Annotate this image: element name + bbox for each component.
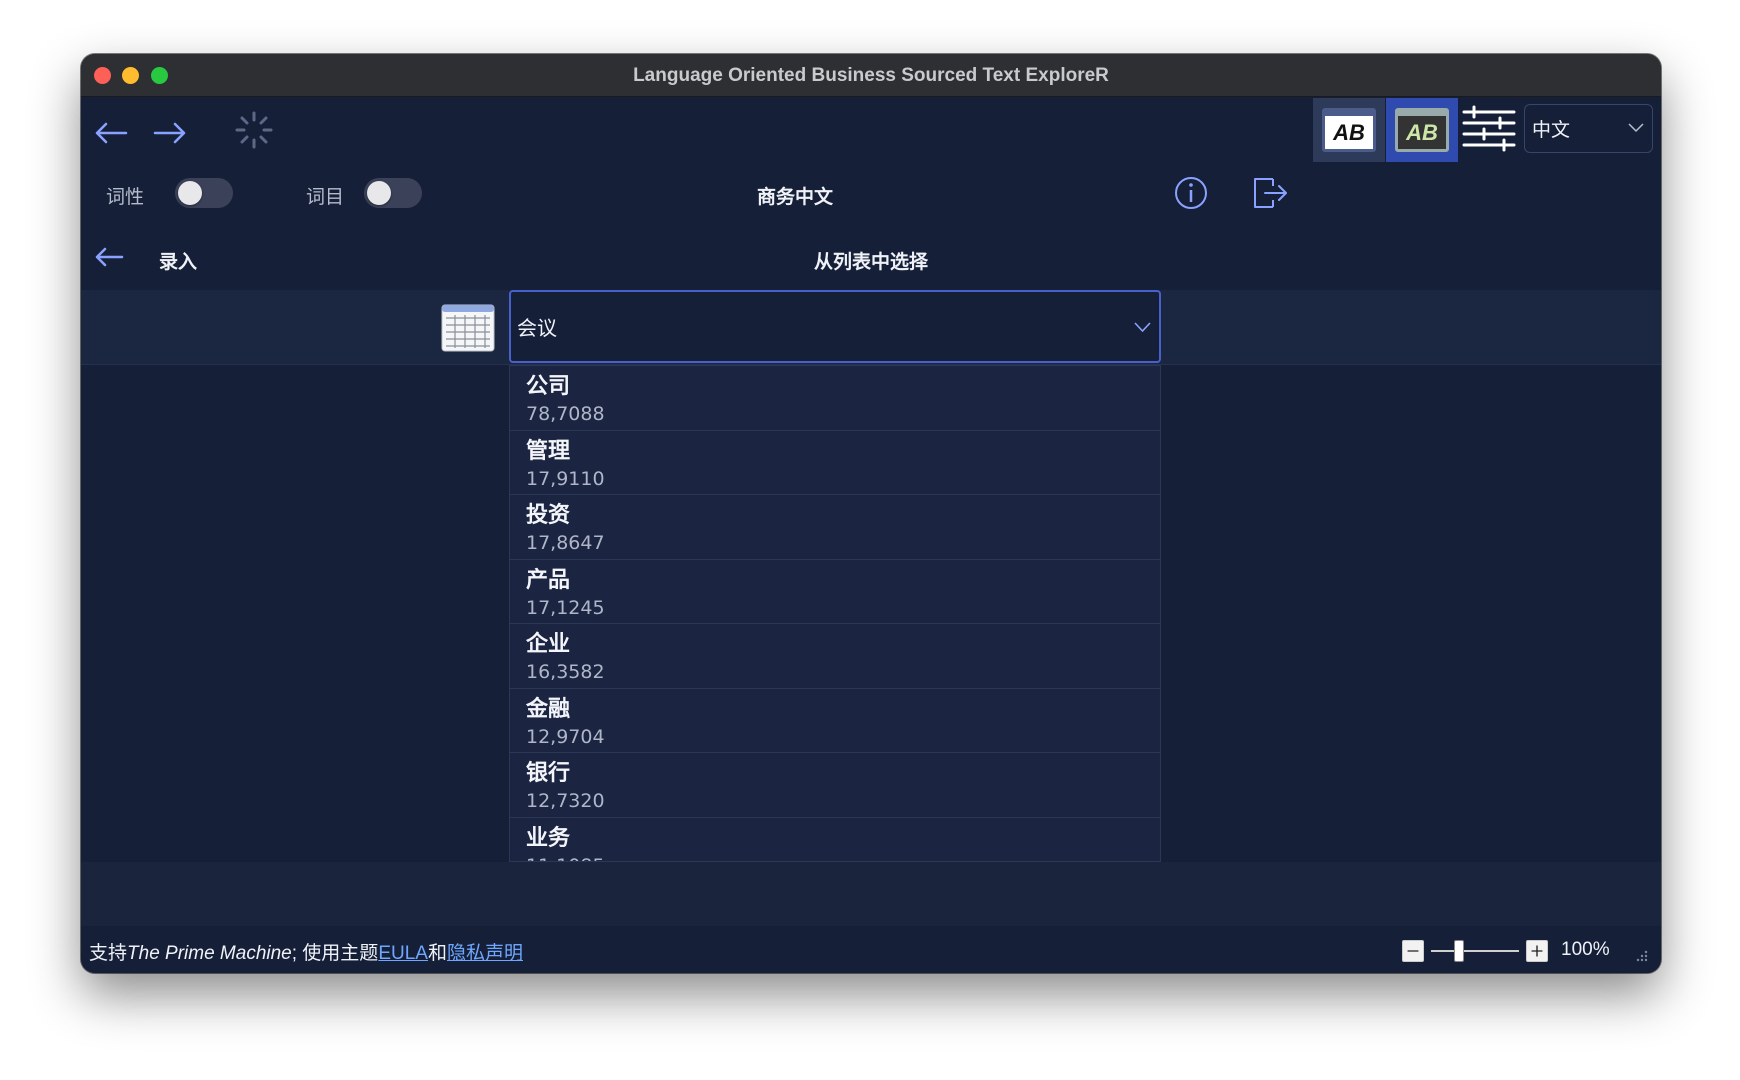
choose-from-list-label: 从列表中选择 [813,251,928,273]
ab-display-alt-button[interactable]: AB [1386,98,1458,162]
ab-display-button[interactable]: AB [1313,98,1385,162]
zoom-slider-track[interactable] [1431,950,1519,952]
resize-grip-icon[interactable] [1634,948,1648,962]
exit-icon[interactable] [1251,176,1289,210]
title-bar: Language Oriented Business Sourced Text … [81,54,1661,97]
item-word: 银行 [526,761,571,786]
zoom-out-button[interactable] [1402,940,1424,962]
app-window: Language Oriented Business Sourced Text … [81,54,1661,973]
list-item[interactable]: 企业 16,3582 [510,624,1160,689]
item-count: 17,1245 [526,596,605,619]
item-count: 12,9704 [526,725,605,748]
list-item[interactable]: 产品 17,1245 [510,560,1160,624]
item-word: 金融 [526,696,571,722]
window-title: Language Oriented Business Sourced Text … [633,65,1109,86]
status-prefix: 支持 [89,943,128,964]
list-item[interactable]: 公司 78,7088 [510,366,1160,431]
item-count: 17,9110 [526,467,605,490]
eula-link[interactable]: EULA [378,943,428,964]
item-word: 管理 [526,438,571,464]
combo-value: 会议 [517,316,557,340]
item-word: 公司 [526,374,571,399]
lemma-toggle[interactable] [364,178,422,208]
item-word: 业务 [526,825,571,851]
pos-label: 词性 [106,186,145,208]
item-word: 产品 [526,567,571,593]
lemma-label: 词目 [306,186,345,208]
item-count: 12,7320 [526,790,605,812]
language-select-value: 中文 [1532,119,1571,141]
privacy-link[interactable]: 隐私声明 [447,943,523,964]
zoom-percent: 100% [1561,939,1610,960]
zoom-slider-thumb[interactable] [1454,940,1464,962]
item-count: 16,3582 [526,661,605,683]
status-and: 和 [427,943,447,964]
toggle-knob [178,181,202,205]
item-count: 17,8647 [526,532,605,554]
sliders-icon[interactable] [1462,104,1516,154]
item-word: 投资 [526,503,571,528]
item-word: 企业 [526,632,571,657]
lower-band [81,862,1661,926]
status-mid: ; 使用主题 [291,943,379,964]
item-count: 11,1085 [526,853,1160,862]
item-count: 78,7088 [526,403,605,425]
product-name: The Prime Machine [127,943,292,964]
status-text: 支持The Prime Machine; 使用主题EULA和隐私声明 [89,938,523,965]
ab-display-icon: AB [1322,108,1376,152]
list-item[interactable]: 投资 17,8647 [510,495,1160,560]
spinner-icon [235,111,273,149]
list-item[interactable]: 银行 12,7320 [510,753,1160,818]
corpus-title: 商务中文 [757,186,834,208]
forward-arrow-icon[interactable] [153,121,187,145]
chevron-down-icon [1134,322,1151,333]
table-icon[interactable] [441,304,495,352]
list-item[interactable]: 金融 12,9704 [510,689,1160,753]
info-icon[interactable] [1174,176,1208,210]
list-item[interactable]: 管理 17,9110 [510,431,1160,495]
word-combo-box[interactable]: 会议 [509,290,1161,363]
toggle-knob [367,181,391,205]
list-item[interactable]: 业务 11,1085 [510,818,1160,862]
dropdown-list: 公司 78,7088 管理 17,9110 投资 17,8647 产品 17,1… [509,365,1161,862]
back-arrow-icon[interactable] [94,121,128,145]
chevron-down-icon [1628,123,1644,133]
ab-display-alt-icon: AB [1395,108,1449,152]
pos-toggle[interactable] [175,178,233,208]
zoom-in-button[interactable] [1526,940,1548,962]
language-select[interactable]: 中文 [1524,104,1653,153]
